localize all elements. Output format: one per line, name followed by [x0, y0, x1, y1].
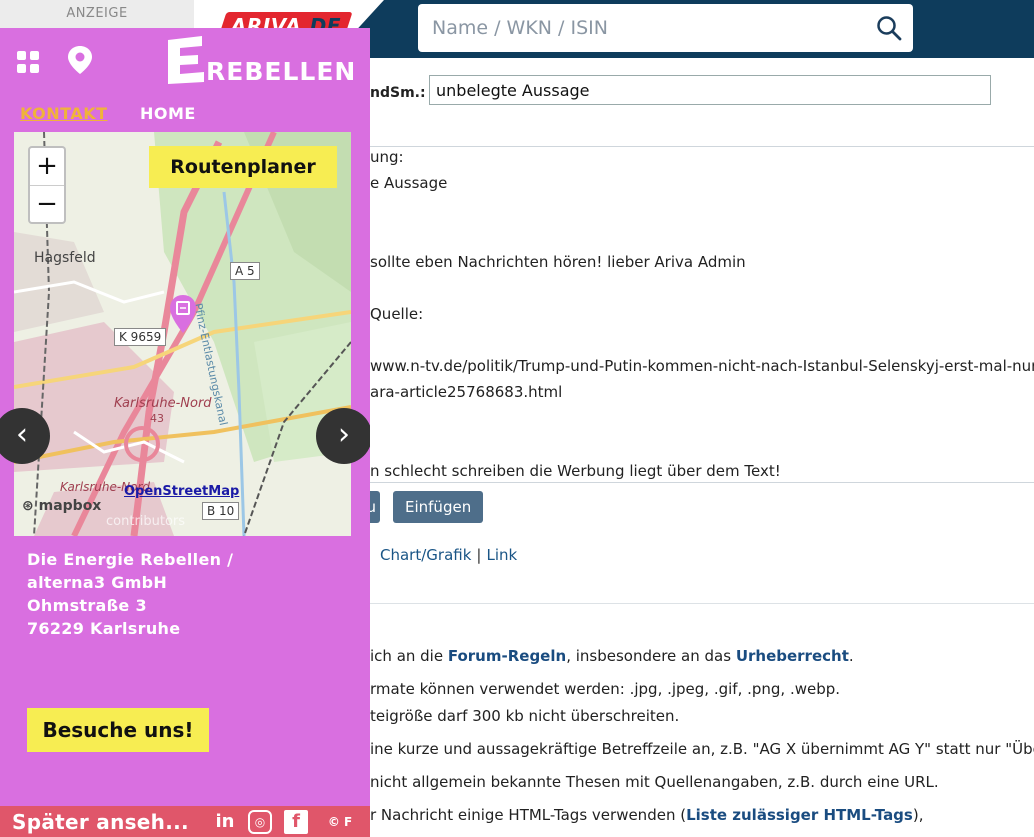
carousel-next-button[interactable]: › [316, 408, 370, 464]
road-sign-k9659: K 9659 [114, 328, 167, 346]
quote-line: ara-article25768683.html [370, 383, 563, 401]
ad-label: ANZEIGE [0, 0, 194, 28]
copyright-badge: © F [327, 815, 353, 829]
rule-line: ich an die Forum-Regeln, insbesondere an… [370, 646, 854, 666]
location-pin-icon[interactable] [66, 45, 94, 75]
forum-post-form: ndSm.: ung: e Aussage sollte eben Nachri… [360, 58, 1034, 837]
search-box [418, 4, 913, 52]
rule-text: . [848, 647, 854, 665]
grid-menu-icon[interactable] [16, 50, 40, 74]
road-sign-a5: A 5 [230, 262, 260, 280]
instagram-icon[interactable]: ◎ [248, 810, 272, 834]
mapbox-label: mapbox [38, 498, 102, 514]
map[interactable]: + − Routenplaner Hagsfeld Karlsruhe-Nord… [14, 132, 351, 536]
quote-line: ung: [370, 148, 404, 166]
insert-links: Chart/Grafik | Link [380, 545, 517, 565]
html-tags-link[interactable]: Liste zulässiger HTML-Tags [686, 806, 913, 824]
map-marker-icon[interactable] [169, 294, 197, 334]
visit-us-button[interactable]: Besuche uns! [27, 708, 209, 752]
nav-kontakt[interactable]: KONTAKT [20, 104, 108, 123]
message-text[interactable]: n schlecht schreiben die Werbung liegt ü… [370, 461, 781, 481]
quote-line: www.n-tv.de/politik/Trump-und-Putin-komm… [370, 357, 1034, 375]
rule-line: r Nachricht einige HTML-Tags verwenden (… [370, 805, 923, 825]
linkedin-icon[interactable]: in [213, 810, 237, 834]
quote-line: Quelle: [370, 305, 424, 323]
search-icon[interactable] [875, 14, 903, 42]
rule-text: ), [912, 806, 924, 824]
address-line: 76229 Karlsruhe [27, 619, 181, 638]
rule-line: ine kurze und aussagekräftige Betreffzei… [370, 740, 1034, 758]
mapbox-logo[interactable]: ⊛ mapbox [22, 498, 101, 514]
rule-line: nicht allgemein bekannte Thesen mit Quel… [370, 773, 939, 791]
chart-link[interactable]: Chart/Grafik [380, 546, 471, 564]
rule-text: r Nachricht einige HTML-Tags verwenden ( [370, 806, 687, 824]
insert-button[interactable]: Einfügen [393, 491, 483, 523]
address-line: Ohmstraße 3 [27, 596, 147, 615]
editor-bottom-border [370, 482, 1034, 483]
rule-text: ich an die [370, 647, 448, 665]
advertisement[interactable]: REBELLEN KONTAKT HOME + − Routenplaner H… [0, 28, 370, 837]
map-label-hagsfeld: Hagsfeld [34, 250, 96, 266]
rule-line: rmate können verwendet werden: .jpg, .jp… [370, 680, 841, 698]
facebook-icon[interactable]: f [284, 810, 308, 834]
divider [370, 146, 1034, 147]
brand-e-logo-icon [168, 36, 204, 84]
ad-bottom-bar: Später anseh... in ◎ f © F [0, 806, 370, 837]
link-link[interactable]: Link [486, 546, 517, 564]
route-planner-button[interactable]: Routenplaner [149, 146, 337, 188]
quote-line: e Aussage [370, 174, 448, 192]
link-separator: | [476, 546, 482, 564]
mapbox-icon: ⊛ [22, 498, 34, 514]
address-line: alterna3 GmbH [27, 573, 168, 592]
subject-label: ndSm.: [370, 85, 426, 101]
rule-text: , insbesondere an das [566, 647, 736, 665]
quote-line: sollte eben Nachrichten hören! lieber Ar… [370, 253, 746, 271]
forum-rules-link[interactable]: Forum-Regeln [448, 647, 566, 665]
contributors-label: contributors [106, 514, 186, 529]
nav-home[interactable]: HOME [140, 104, 196, 123]
zoom-out-button[interactable]: − [30, 186, 64, 223]
copyright-link[interactable]: Urheberrecht [736, 647, 849, 665]
watch-later-label[interactable]: Später anseh... [12, 810, 189, 834]
divider [370, 603, 1034, 604]
zoom-control: + − [28, 146, 66, 224]
address-line: Die Energie Rebellen / [27, 550, 234, 569]
subject-input[interactable] [429, 75, 991, 105]
search-input[interactable] [418, 4, 858, 52]
rule-line: teigröße darf 300 kb nicht überschreiten… [370, 707, 680, 725]
brand-name: REBELLEN [206, 57, 357, 86]
company-address: Die Energie Rebellen / alterna3 GmbH Ohm… [27, 548, 233, 640]
zoom-in-button[interactable]: + [30, 148, 64, 185]
map-label-road-43: 43 [150, 412, 164, 425]
map-label-karlsruhe-nord: Karlsruhe-Nord [114, 396, 212, 411]
osm-attribution-link[interactable]: OpenStreetMap [124, 484, 239, 499]
road-sign-b10: B 10 [202, 502, 240, 520]
